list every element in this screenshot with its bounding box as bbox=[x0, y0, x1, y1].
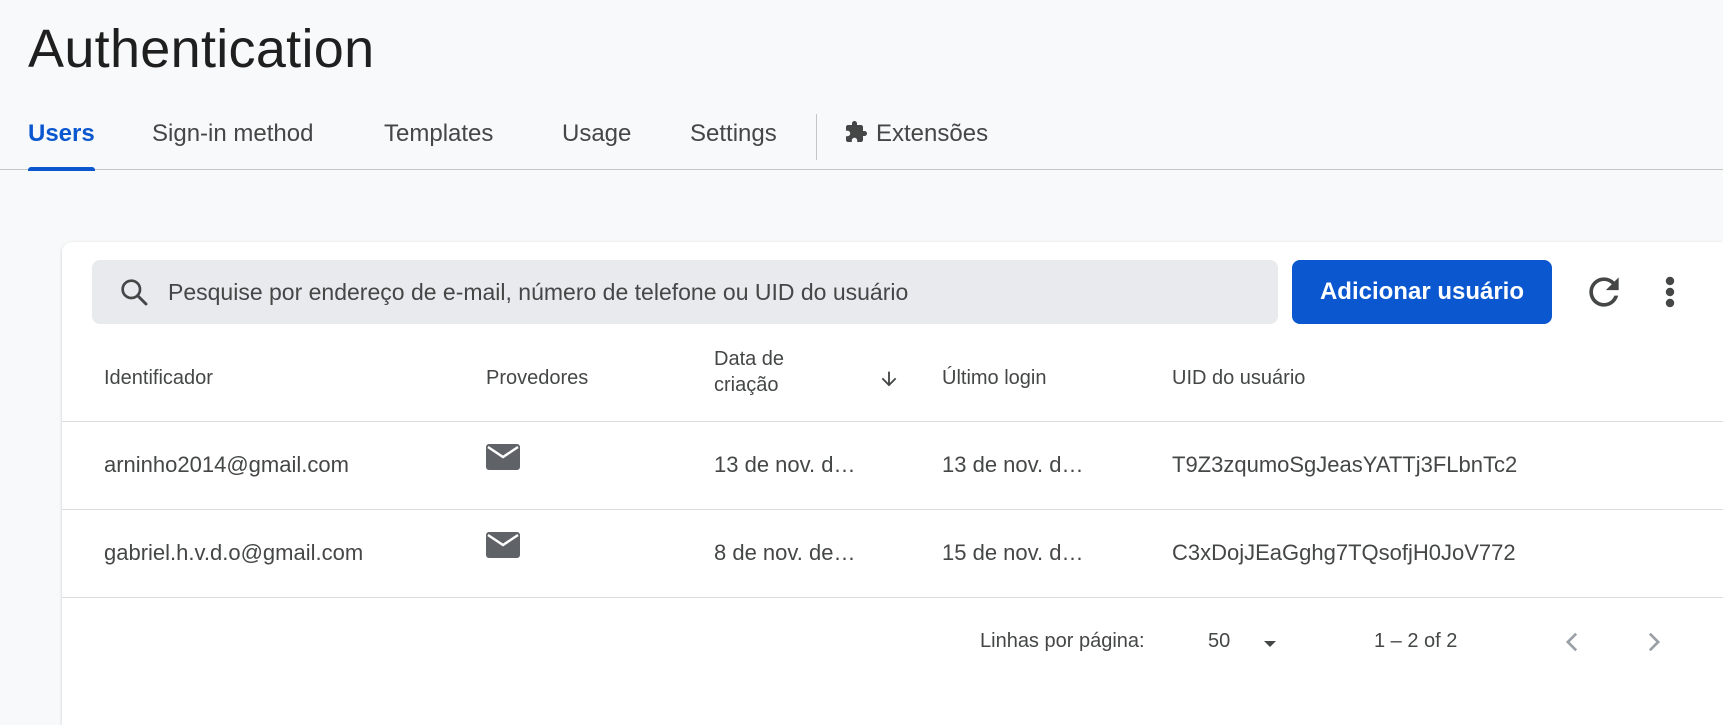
column-providers[interactable]: Provedores bbox=[486, 365, 588, 391]
page-title: Authentication bbox=[28, 19, 375, 79]
arrow-down-icon[interactable] bbox=[878, 368, 900, 395]
next-page-button[interactable] bbox=[1634, 622, 1674, 662]
email-icon bbox=[486, 444, 520, 476]
tab-templates[interactable]: Templates bbox=[384, 120, 493, 170]
column-identifier[interactable]: Identificador bbox=[104, 365, 213, 391]
rows-per-page-value: 50 bbox=[1208, 630, 1231, 652]
cell-created: 13 de nov. d… bbox=[714, 452, 856, 477]
tab-users[interactable]: Users bbox=[28, 120, 95, 171]
search-bar bbox=[92, 260, 1278, 324]
tab-settings[interactable]: Settings bbox=[690, 120, 777, 170]
cell-last-login: 13 de nov. d… bbox=[942, 452, 1084, 477]
table-row[interactable]: gabriel.h.v.d.o@gmail.com 8 de nov. de… … bbox=[62, 510, 1723, 598]
column-created[interactable]: Data de criação bbox=[714, 346, 834, 398]
more-vert-icon bbox=[1658, 276, 1682, 318]
previous-page-button[interactable] bbox=[1552, 622, 1592, 662]
email-icon bbox=[486, 532, 520, 564]
cell-uid: C3xDojJEaGghg7TQsofjH0JoV772 bbox=[1172, 540, 1516, 565]
cell-identifier: gabriel.h.v.d.o@gmail.com bbox=[104, 540, 364, 565]
tab-extensions-label: Extensões bbox=[876, 120, 989, 147]
users-card: Adicionar usuário Identificador Provedor… bbox=[62, 242, 1723, 725]
column-last-login[interactable]: Último login bbox=[942, 365, 1046, 391]
tab-extensions[interactable]: Extensões bbox=[844, 120, 988, 170]
chevron-left-icon bbox=[1552, 632, 1592, 666]
cell-created: 8 de nov. de… bbox=[714, 540, 856, 565]
refresh-icon bbox=[1582, 277, 1626, 318]
search-input[interactable] bbox=[168, 260, 1258, 324]
table-header: Identificador Provedores Data de criação… bbox=[62, 334, 1723, 422]
search-icon bbox=[118, 276, 150, 313]
page-range: 1 – 2 of 2 bbox=[1374, 630, 1458, 652]
add-user-button[interactable]: Adicionar usuário bbox=[1292, 260, 1552, 324]
tab-divider bbox=[816, 114, 817, 160]
more-options-button[interactable] bbox=[1658, 270, 1682, 314]
cell-identifier: arninho2014@gmail.com bbox=[104, 452, 349, 477]
rows-per-page-label: Linhas por página: bbox=[980, 630, 1145, 652]
column-uid[interactable]: UID do usuário bbox=[1172, 365, 1305, 391]
cell-last-login: 15 de nov. d… bbox=[942, 540, 1084, 565]
tab-sign-in-method[interactable]: Sign-in method bbox=[152, 120, 313, 170]
table-row[interactable]: arninho2014@gmail.com 13 de nov. d… 13 d… bbox=[62, 422, 1723, 510]
rows-per-page-select[interactable]: 50 bbox=[1208, 624, 1308, 660]
chevron-right-icon bbox=[1634, 632, 1674, 666]
auth-page: Authentication Users Sign-in method Temp… bbox=[0, 0, 1723, 725]
refresh-button[interactable] bbox=[1582, 270, 1626, 314]
tab-usage[interactable]: Usage bbox=[562, 120, 631, 170]
pagination: Linhas por página: 50 1 – 2 of 2 bbox=[62, 604, 1723, 684]
dropdown-arrow-icon bbox=[1258, 634, 1282, 659]
puzzle-icon bbox=[844, 120, 868, 151]
cell-uid: T9Z3zqumoSgJeasYATTj3FLbnTc2 bbox=[1172, 452, 1518, 477]
tab-bar: Users Sign-in method Templates Usage Set… bbox=[0, 106, 1723, 171]
